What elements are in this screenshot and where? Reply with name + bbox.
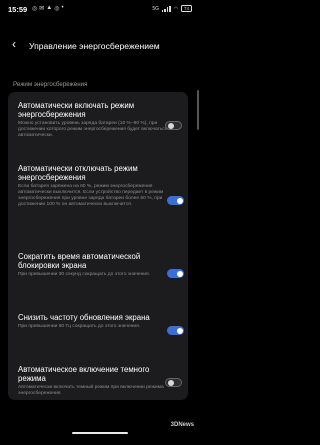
toggle-knob	[176, 327, 183, 334]
message-icon: ✉	[39, 6, 45, 12]
system-icons: 5G ◠ 74	[152, 5, 192, 12]
setting-refresh-rate[interactable]: Снизить частоту обновления экрана При пр…	[18, 313, 168, 330]
auto-enable-toggle[interactable]	[165, 121, 182, 130]
notification-icon: ◎	[32, 6, 38, 12]
setting-description: При превышении 60 Гц сокращать до этого …	[18, 324, 141, 330]
setting-description: При превышении 30 секунд сокращать до эт…	[18, 272, 151, 278]
setting-description: Если батарея заряжена на 60 %, режим эне…	[18, 184, 164, 208]
notification-icons: ◎ ✉ ▲ ◎ •	[22, 5, 64, 12]
network-label: 5G	[152, 5, 160, 12]
setting-screen-lock[interactable]: Сократить время автоматической блокировк…	[18, 252, 168, 278]
setting-title: Автоматическое включение темного режима	[18, 365, 150, 384]
toggle-knob	[167, 380, 174, 386]
battery-icon: 74	[180, 5, 192, 12]
setting-auto-disable[interactable]: Автоматически отключать режим энергосбер…	[18, 164, 168, 208]
signal-icon	[162, 5, 171, 12]
section-label: Режим энергосбережения	[13, 81, 88, 88]
toggle-knob	[167, 123, 174, 129]
triangle-icon: ▲	[46, 5, 53, 11]
status-bar: 15:59 ◎ ✉ ▲ ◎ • 5G ◠ 74	[0, 0, 200, 20]
settings-card: Автоматически включать режим энергосбере…	[8, 92, 188, 400]
setting-dark-mode[interactable]: Автоматическое включение темного режима …	[18, 365, 168, 397]
toggle-knob	[176, 197, 183, 204]
circle-icon: ◎	[54, 6, 60, 12]
back-arrow-icon[interactable]: ‹	[12, 37, 16, 51]
home-indicator[interactable]	[72, 432, 128, 434]
battery-level: 74	[183, 6, 189, 11]
setting-description: Автоматически включать темный режим при …	[18, 385, 164, 397]
setting-title: Сократить время автоматической блокировк…	[18, 252, 141, 271]
scrollbar[interactable]	[197, 90, 199, 130]
navigation-bar	[0, 428, 200, 438]
wifi-icon: ◠	[173, 5, 178, 12]
refresh-rate-toggle[interactable]	[167, 326, 184, 335]
setting-description: Можно установить уровень заряда батареи …	[18, 121, 168, 139]
toggle-knob	[176, 270, 183, 277]
setting-title: Автоматически отключать режим энергосбер…	[18, 164, 138, 183]
setting-auto-enable[interactable]: Автоматически включать режим энергосбере…	[18, 101, 168, 139]
watermark: 3DNews	[170, 422, 194, 428]
auto-disable-toggle[interactable]	[167, 196, 184, 205]
page-header: ‹ Управление энергосбережением	[0, 37, 200, 54]
page-title: Управление энергосбережением	[29, 41, 160, 51]
screen-lock-toggle[interactable]	[167, 269, 184, 278]
setting-title: Снизить частоту обновления экрана	[18, 313, 150, 322]
dark-mode-toggle[interactable]	[165, 378, 182, 387]
dot-icon: •	[61, 5, 64, 11]
setting-title: Автоматически включать режим энергосбере…	[18, 101, 135, 120]
